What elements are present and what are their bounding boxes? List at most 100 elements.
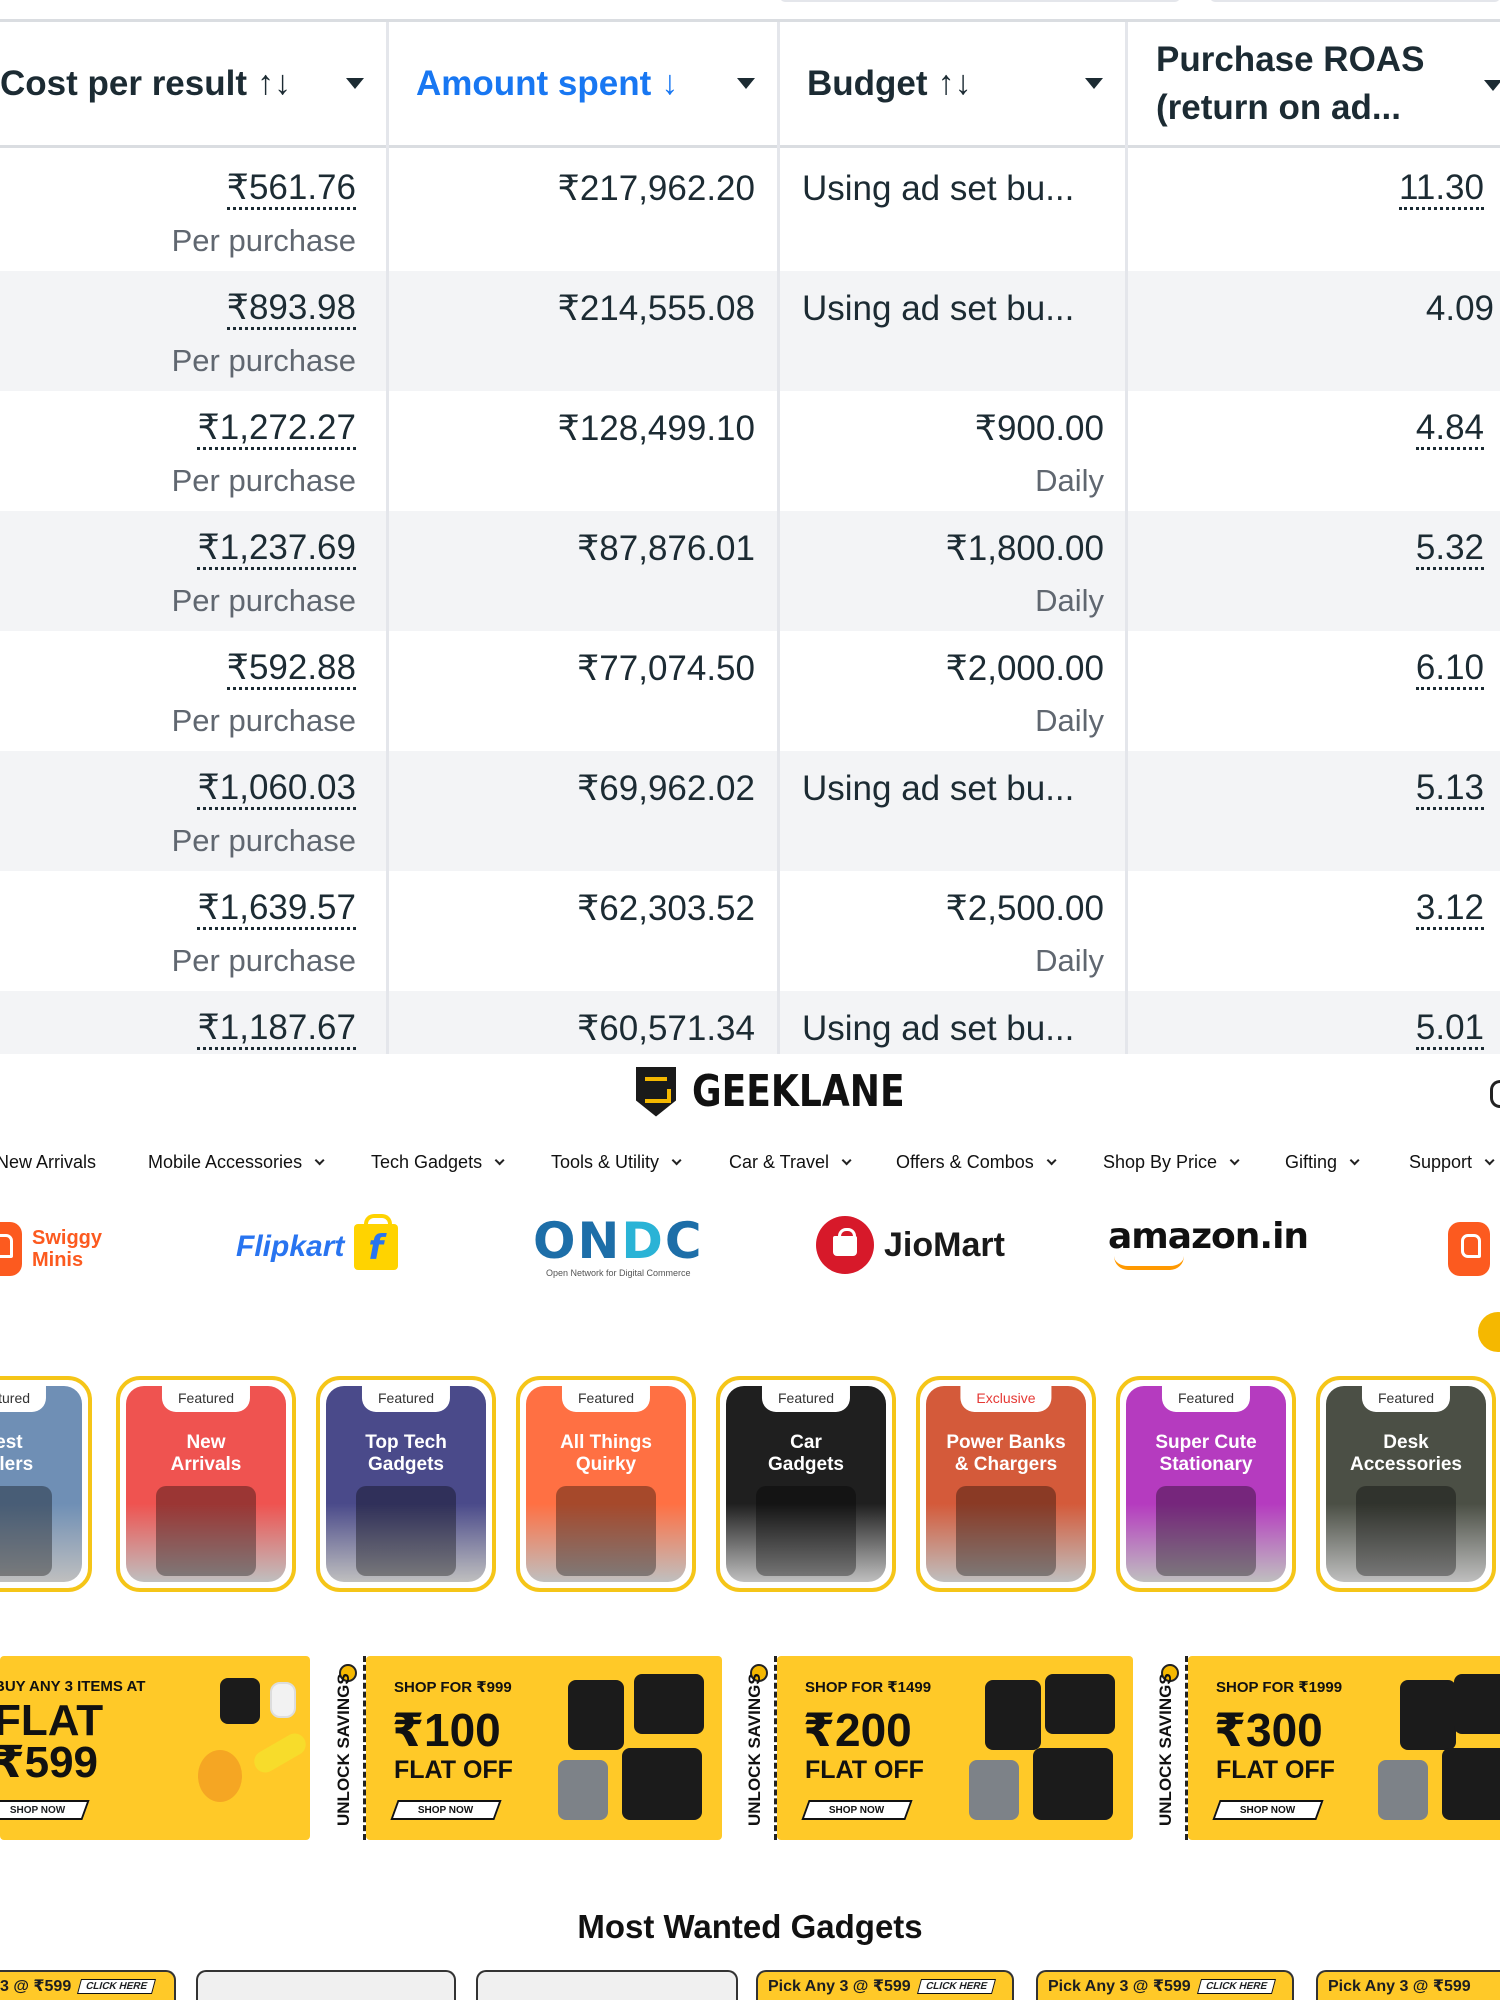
table-row[interactable]: ₹1,060.03 Per purchase ₹69,962.02 Using ad … [0,751,1500,871]
cost-value[interactable]: ₹1,639.57 [197,889,356,930]
cost-value[interactable]: ₹1,237.69 [197,529,356,570]
shop-now-button[interactable]: SHOP NOW [390,1800,502,1820]
category-card[interactable]: Featured Best Sellers [0,1376,92,1592]
roas-value[interactable]: 5.32 [1415,529,1484,570]
product-tag-pick-any-3[interactable]: 3 @ ₹599 CLICK HERE [0,1970,176,2000]
cost-sub: Per purchase [171,703,356,738]
cell-cost-per-result: ₹1,060.03 Per purchase [0,751,356,871]
swiggy-minis-logo[interactable]: Swiggy Minis [0,1222,102,1276]
unlock-savings-label: UNLOCK SAVINGS [334,1673,353,1826]
roas-value[interactable]: 5.13 [1415,769,1484,810]
top-control-edge[interactable] [1210,0,1500,2]
unlock-savings-label: UNLOCK SAVINGS [745,1673,764,1826]
product-tag-pick-any-3[interactable]: Pick Any 3 @ ₹599 CLICK HERE [756,1970,1014,2000]
cell-purchase-roas: 6.10 [1128,631,1484,751]
roas-value[interactable]: 3.12 [1415,889,1484,930]
category-badge: Featured [561,1386,651,1412]
cost-value[interactable]: ₹1,060.03 [197,769,356,810]
nav-item-mobile-accessories[interactable]: Mobile Accessories [148,1152,325,1173]
ondc-logo[interactable]: ONDC Open Network for Digital Commerce [533,1216,704,1278]
amazon-logo[interactable]: amazon.in [1108,1216,1309,1270]
offer-coupon[interactable]: UNLOCK SAVINGS SHOP FOR ₹1499 ₹200 FLAT OFF… [741,1656,1133,1840]
swiggy-minis-logo-repeat[interactable]: Swiggy Minis [1447,1222,1500,1276]
nav-item-car-travel[interactable]: Car & Travel [729,1152,852,1173]
column-menu-caret-icon[interactable] [346,78,364,89]
top-control-edge[interactable] [780,0,1180,2]
offer-amount: FLAT ₹599 [0,1696,104,1787]
cost-value[interactable]: ₹561.76 [226,169,356,210]
cost-value[interactable]: ₹592.88 [226,649,356,690]
table-row[interactable]: ₹592.88 Per purchase ₹77,074.50 ₹2,000.00 Da… [0,631,1500,751]
sort-descending-icon[interactable]: ↓ [661,64,678,103]
column-header-amount-spent[interactable]: Amount spent ↓ [389,22,777,145]
roas-value[interactable]: 5.01 [1415,1009,1484,1050]
offer-coupon[interactable]: UNLOCK SAVINGS SHOP FOR ₹999 ₹100 FLAT OFF S… [330,1656,722,1840]
shop-now-button[interactable]: SHOP NOW [0,1800,90,1820]
cell-purchase-roas: 4.84 [1128,391,1484,511]
flipkart-logo[interactable]: Flipkart [236,1214,399,1270]
product-tag-pick-any-3[interactable]: Pick Any 3 @ ₹599 CLICK HERE [1036,1970,1294,2000]
roas-value[interactable]: 11.30 [1399,169,1484,210]
shop-now-button[interactable]: SHOP NOW [801,1800,913,1820]
cell-purchase-roas: 11.30 [1128,151,1484,271]
account-icon[interactable] [1490,1080,1500,1108]
category-card[interactable]: Featured Desk Accessories [1316,1376,1496,1592]
sort-icon[interactable]: ↑↓ [257,64,291,103]
category-product-illustration [156,1486,256,1576]
category-card[interactable]: Featured Car Gadgets [716,1376,896,1592]
category-card[interactable]: Featured Top Tech Gadgets [316,1376,496,1592]
carousel-next-button[interactable] [1478,1312,1500,1352]
category-card[interactable]: Exclusive Power Banks & Chargers [916,1376,1096,1592]
category-card[interactable]: Featured New Arrivals [116,1376,296,1592]
coupon-product-art [548,1674,708,1824]
chevron-down-icon [1349,1155,1360,1166]
column-menu-caret-icon[interactable] [1085,78,1103,89]
budget-value: ₹2,500.00 [945,889,1104,928]
category-card[interactable]: Featured Super Cute Stationary [1116,1376,1296,1592]
nav-item-support[interactable]: Support [1409,1152,1495,1173]
table-row[interactable]: ₹1,639.57 Per purchase ₹62,303.52 ₹2,500.00… [0,871,1500,991]
table-row[interactable]: ₹1,272.27 Per purchase ₹128,499.10 ₹900.00 D… [0,391,1500,511]
table-row[interactable]: ₹1,187.67 ₹60,571.34 Using ad set bu... 5.0… [0,991,1500,1054]
product-card-top[interactable] [196,1970,456,2000]
budget-value[interactable]: Using ad set bu... [802,289,1074,329]
roas-value[interactable]: 6.10 [1415,649,1484,690]
roas-value[interactable]: 4.09 [1426,289,1494,329]
jiomart-logo[interactable]: JioMart [816,1216,1005,1274]
cost-value[interactable]: ₹1,272.27 [197,409,356,450]
category-card-image: Featured Car Gadgets [726,1386,886,1582]
column-menu-caret-icon[interactable] [1484,80,1500,91]
nav-item-offers-combos[interactable]: Offers & Combos [896,1152,1057,1173]
cost-value[interactable]: ₹1,187.67 [197,1009,356,1050]
roas-value[interactable]: 4.84 [1415,409,1484,450]
product-tag-pick-any-3[interactable]: Pick Any 3 @ ₹599 [1316,1970,1500,2000]
cost-value[interactable]: ₹893.98 [226,289,356,330]
budget-value[interactable]: Using ad set bu... [802,769,1074,809]
cost-sub: Per purchase [171,463,356,498]
category-badge: Featured [761,1386,851,1412]
nav-item-tools-utility[interactable]: Tools & Utility [551,1152,682,1173]
column-menu-caret-icon[interactable] [737,78,755,89]
column-header-purchase-roas[interactable]: Purchase ROAS (return on ad... [1128,22,1500,145]
nav-item-shop-by-price[interactable]: Shop By Price [1103,1152,1240,1173]
budget-value[interactable]: Using ad set bu... [802,1009,1074,1049]
column-header-cost-per-result[interactable]: Cost per result ↑↓ [0,22,386,145]
table-row[interactable]: ₹561.76 Per purchase ₹217,962.20 Using ad s… [0,151,1500,271]
offer-coupon[interactable]: UNLOCK SAVINGS SHOP FOR ₹1999 ₹300 FLAT OFF… [1152,1656,1500,1840]
nav-item-tech-gadgets[interactable]: Tech Gadgets [371,1152,505,1173]
category-card[interactable]: Featured All Things Quirky [516,1376,696,1592]
sort-icon[interactable]: ↑↓ [938,64,972,103]
column-header-budget[interactable]: Budget ↑↓ [780,22,1125,145]
table-row[interactable]: ₹1,237.69 Per purchase ₹87,876.01 ₹1,800.00… [0,511,1500,631]
nav-item-new-arrivals[interactable]: New Arrivals [0,1152,96,1173]
budget-value: ₹900.00 [974,409,1104,448]
brand-logo[interactable]: GEEKLANE [636,1066,951,1117]
nav-item-gifting[interactable]: Gifting [1285,1152,1360,1173]
product-card-top[interactable] [476,1970,738,2000]
budget-value[interactable]: Using ad set bu... [802,169,1074,209]
cell-cost-per-result: ₹561.76 Per purchase [0,151,356,271]
shop-now-button[interactable]: SHOP NOW [1212,1800,1324,1820]
table-row[interactable]: ₹893.98 Per purchase ₹214,555.08 Using ad s… [0,271,1500,391]
offer-banner-pick-any-3[interactable]: BUY ANY 3 ITEMS AT FLAT ₹599 SHOP NOW [0,1656,310,1840]
brand-name: GEEKLANE [692,1066,905,1117]
